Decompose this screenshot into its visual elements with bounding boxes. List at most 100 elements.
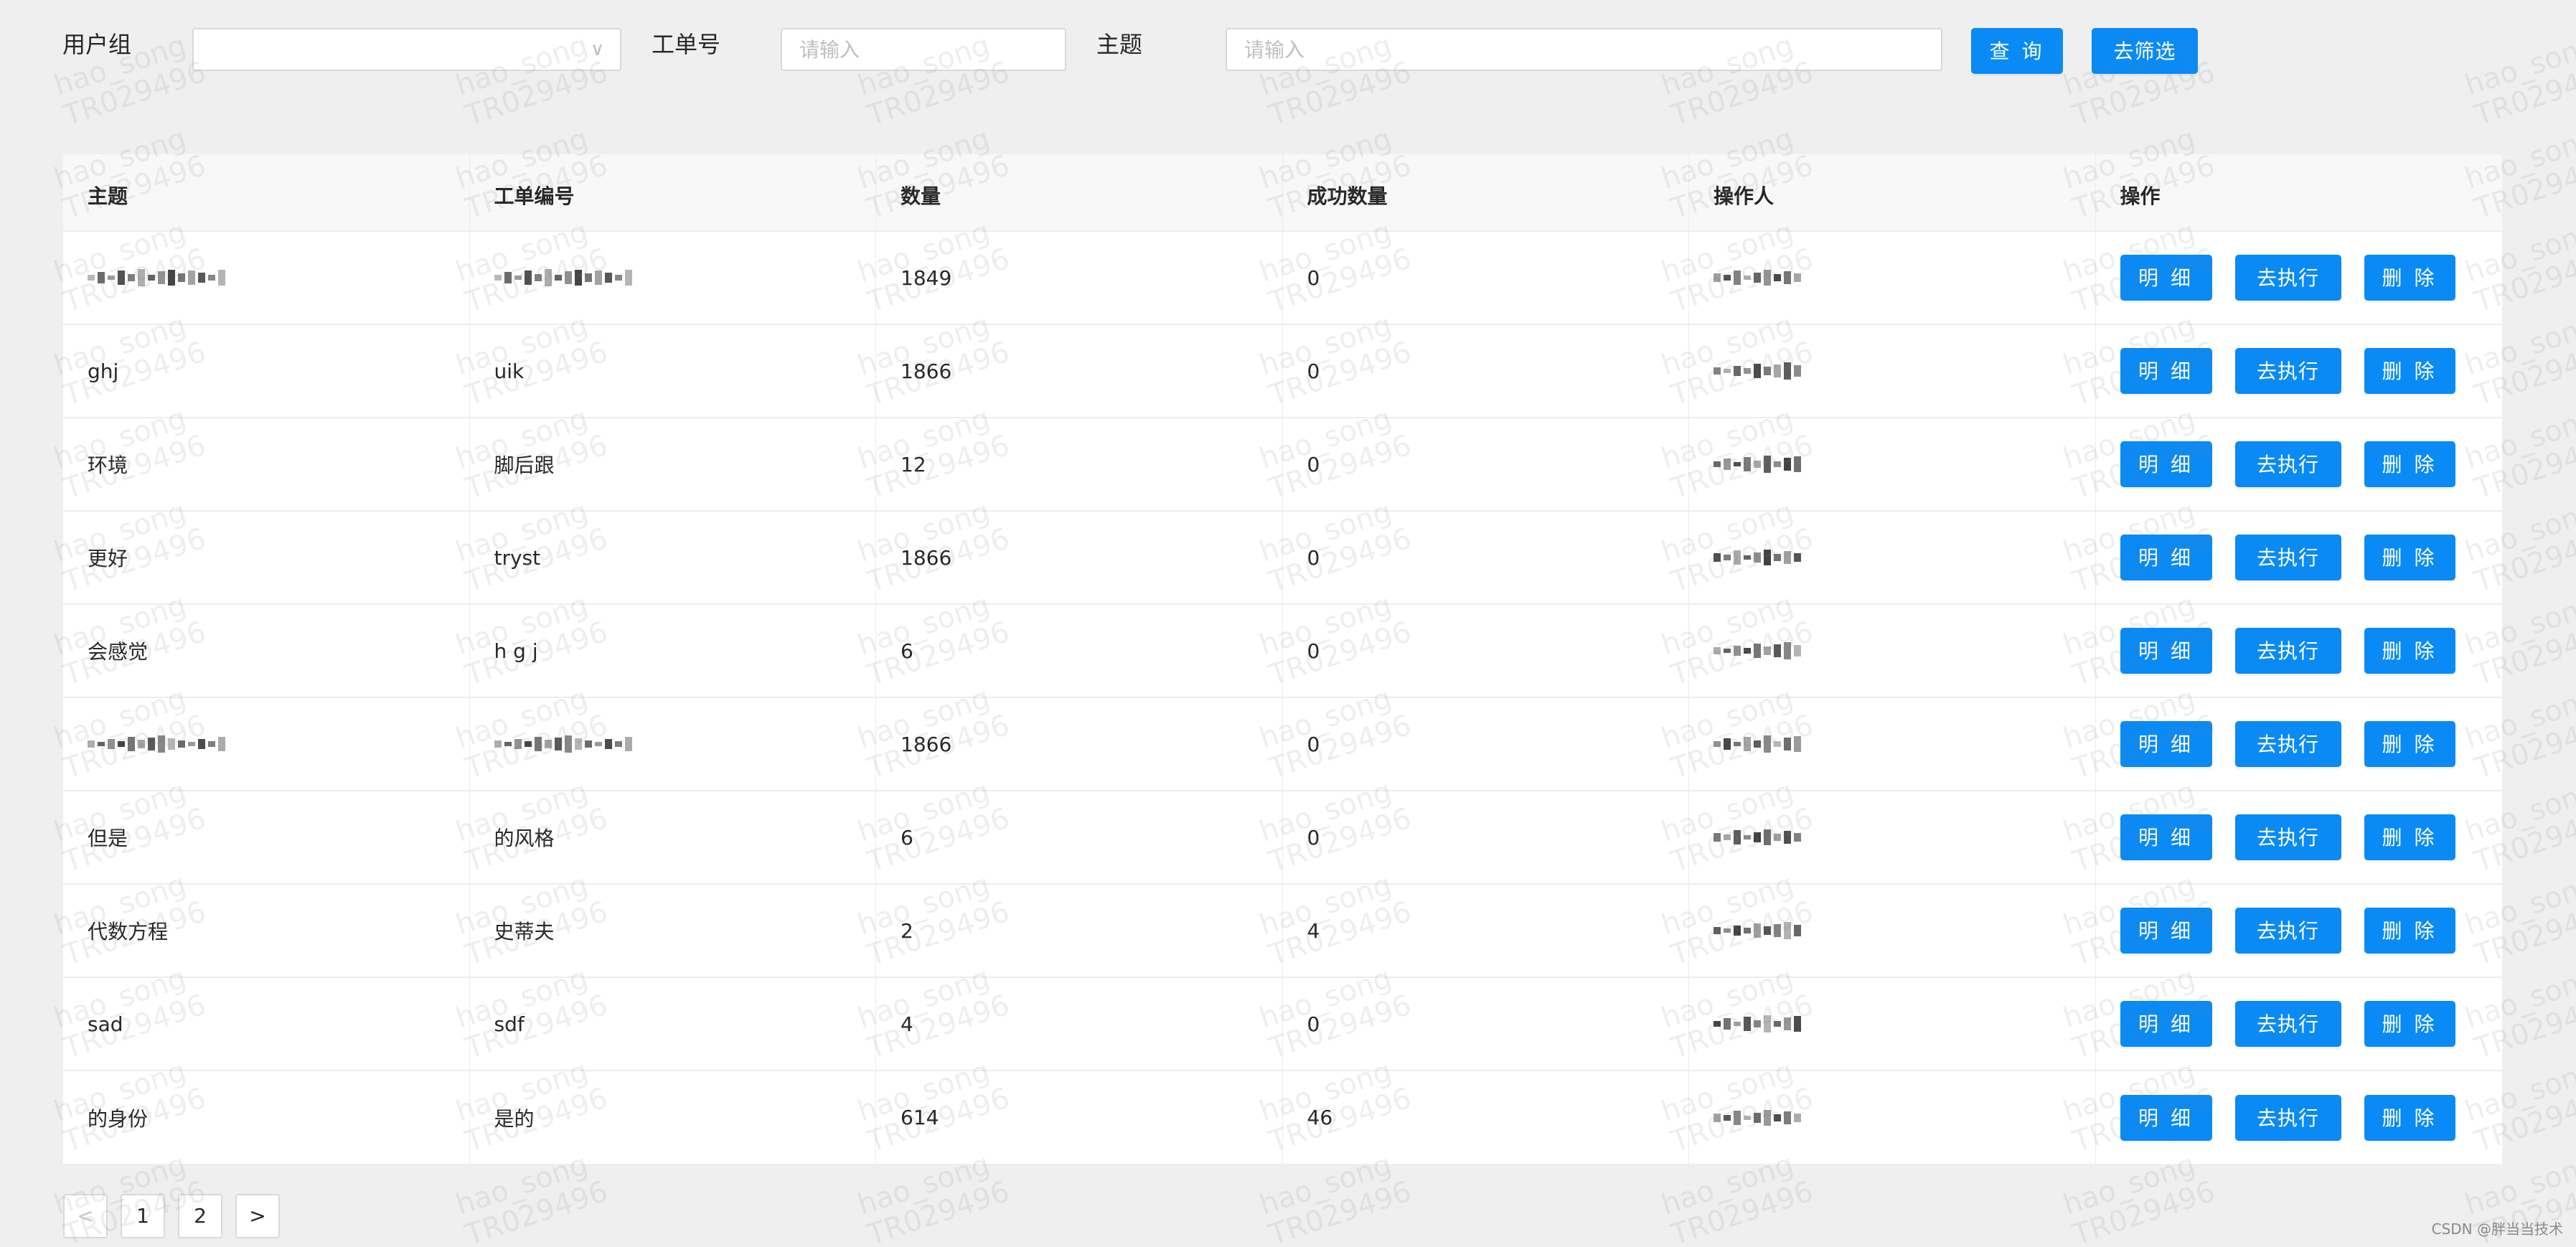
mosaic-block bbox=[1794, 553, 1801, 562]
order-no-field-wrapper bbox=[781, 28, 1066, 71]
mosaic-block bbox=[1734, 270, 1741, 285]
detail-button[interactable]: 明 细 bbox=[2120, 721, 2212, 767]
detail-button[interactable]: 明 细 bbox=[2120, 535, 2212, 580]
mosaic-block bbox=[1754, 552, 1761, 563]
mosaic-block bbox=[1774, 1021, 1781, 1027]
delete-button[interactable]: 删 除 bbox=[2364, 628, 2455, 674]
watermark-line: TR029496 bbox=[1265, 1175, 1416, 1247]
mosaic-block bbox=[514, 739, 522, 749]
cell-operator bbox=[1689, 698, 2096, 790]
watermark-line: TR029496 bbox=[2069, 1175, 2219, 1247]
mosaic-block bbox=[1774, 274, 1781, 281]
mosaic-block bbox=[1784, 271, 1791, 284]
mosaic-block bbox=[1714, 553, 1721, 562]
delete-button[interactable]: 删 除 bbox=[2364, 814, 2455, 860]
order-no-input[interactable] bbox=[799, 29, 1065, 70]
delete-button[interactable]: 删 除 bbox=[2364, 348, 2455, 394]
cell-actions: 明 细去执行删 除 bbox=[2096, 978, 2503, 1070]
mosaic-block bbox=[574, 270, 582, 286]
detail-button[interactable]: 明 细 bbox=[2120, 908, 2212, 954]
detail-button[interactable]: 明 细 bbox=[2120, 348, 2212, 394]
mosaic-block bbox=[1774, 461, 1781, 467]
cell-subject: 的身份 bbox=[63, 1071, 470, 1164]
execute-button[interactable]: 去执行 bbox=[2234, 348, 2341, 394]
mosaic-block bbox=[564, 735, 572, 753]
mosaic-block bbox=[1724, 458, 1731, 470]
query-button[interactable]: 查 询 bbox=[1971, 28, 2063, 74]
detail-button[interactable]: 明 细 bbox=[2120, 814, 2212, 860]
execute-button[interactable]: 去执行 bbox=[2234, 814, 2341, 860]
mosaic-block bbox=[1734, 742, 1741, 746]
cell-order-no-text: 的风格 bbox=[494, 827, 555, 850]
mosaic-block bbox=[1734, 926, 1741, 936]
cell-success-count: 0 bbox=[1283, 512, 1689, 603]
mosaic-block bbox=[1784, 831, 1791, 844]
cell-operator bbox=[1689, 605, 2096, 697]
delete-button[interactable]: 删 除 bbox=[2364, 255, 2455, 301]
execute-button[interactable]: 去执行 bbox=[2234, 628, 2341, 674]
detail-button[interactable]: 明 细 bbox=[2120, 441, 2212, 487]
execute-button[interactable]: 去执行 bbox=[2234, 1094, 2341, 1141]
redacted-text bbox=[1714, 360, 1801, 382]
subject-input[interactable] bbox=[1244, 29, 1941, 70]
mosaic-block bbox=[178, 740, 185, 748]
table-row: 1866 0 明 细去执行删 除 bbox=[63, 698, 2502, 791]
chevron-left-icon[interactable]: < bbox=[63, 1194, 108, 1238]
cell-order-no-text: 史蒂夫 bbox=[494, 920, 555, 944]
mosaic-block bbox=[1774, 644, 1781, 657]
mosaic-block bbox=[1714, 1113, 1721, 1122]
detail-button[interactable]: 明 细 bbox=[2120, 1094, 2212, 1141]
cell-subject-text: 但是 bbox=[88, 827, 128, 850]
mosaic-block bbox=[1724, 928, 1731, 933]
execute-button[interactable]: 去执行 bbox=[2234, 441, 2341, 487]
detail-button[interactable]: 明 细 bbox=[2120, 1001, 2212, 1047]
mosaic-block bbox=[524, 270, 532, 285]
mosaic-block bbox=[1734, 646, 1741, 656]
delete-button[interactable]: 删 除 bbox=[2364, 535, 2455, 580]
table-row: 的身份 是的 614 46 明 细去执行删 除 bbox=[63, 1071, 2502, 1164]
execute-button[interactable]: 去执行 bbox=[2234, 535, 2341, 580]
mosaic-block bbox=[1764, 456, 1771, 473]
redacted-text bbox=[494, 733, 632, 755]
page-2-button[interactable]: 2 bbox=[178, 1194, 222, 1238]
cell-quantity: 1866 bbox=[876, 325, 1283, 417]
detail-button[interactable]: 明 细 bbox=[2120, 255, 2212, 301]
cell-subject-text: sad bbox=[88, 1012, 123, 1036]
page-1-button[interactable]: 1 bbox=[121, 1194, 165, 1238]
mosaic-block bbox=[504, 742, 512, 746]
mosaic-block bbox=[1784, 1017, 1791, 1030]
cell-quantity: 6 bbox=[876, 605, 1283, 697]
delete-button[interactable]: 删 除 bbox=[2364, 1001, 2455, 1047]
mosaic-block bbox=[1714, 1021, 1721, 1027]
mosaic-block bbox=[218, 270, 225, 286]
table-row: 代数方程 史蒂夫 2 4 明 细去执行删 除 bbox=[63, 885, 2502, 978]
mosaic-block bbox=[1754, 644, 1761, 658]
cell-quantity: 12 bbox=[876, 418, 1283, 510]
execute-button[interactable]: 去执行 bbox=[2234, 908, 2341, 954]
delete-button[interactable]: 删 除 bbox=[2364, 441, 2455, 487]
delete-button[interactable]: 删 除 bbox=[2364, 1094, 2455, 1141]
chevron-right-icon[interactable]: > bbox=[235, 1194, 280, 1238]
filter-button[interactable]: 去筛选 bbox=[2092, 28, 2198, 74]
execute-button[interactable]: 去执行 bbox=[2234, 1001, 2341, 1047]
execute-button[interactable]: 去执行 bbox=[2234, 255, 2341, 301]
detail-button[interactable]: 明 细 bbox=[2120, 628, 2212, 674]
execute-button[interactable]: 去执行 bbox=[2234, 721, 2341, 767]
mosaic-block bbox=[108, 276, 115, 280]
mosaic-block bbox=[178, 273, 185, 282]
watermark-line: TR029496 bbox=[461, 1175, 612, 1247]
column-header-order-no: 工单编号 bbox=[470, 154, 876, 230]
cell-order-no bbox=[470, 232, 876, 324]
cell-success-count-text: 4 bbox=[1307, 918, 1320, 943]
cell-quantity: 1849 bbox=[876, 232, 1283, 324]
cell-order-no-text: sdf bbox=[494, 1012, 525, 1036]
mosaic-block bbox=[1754, 273, 1761, 283]
mosaic-block bbox=[614, 741, 622, 747]
delete-button[interactable]: 删 除 bbox=[2364, 908, 2455, 954]
cell-success-count: 0 bbox=[1283, 605, 1689, 697]
table-row: 环境 脚后跟 12 0 明 细去执行删 除 bbox=[63, 418, 2502, 512]
mosaic-block bbox=[1734, 550, 1741, 565]
delete-button[interactable]: 删 除 bbox=[2364, 721, 2455, 767]
user-group-select[interactable]: ∨ bbox=[192, 28, 621, 71]
cell-success-count-text: 0 bbox=[1307, 545, 1320, 570]
